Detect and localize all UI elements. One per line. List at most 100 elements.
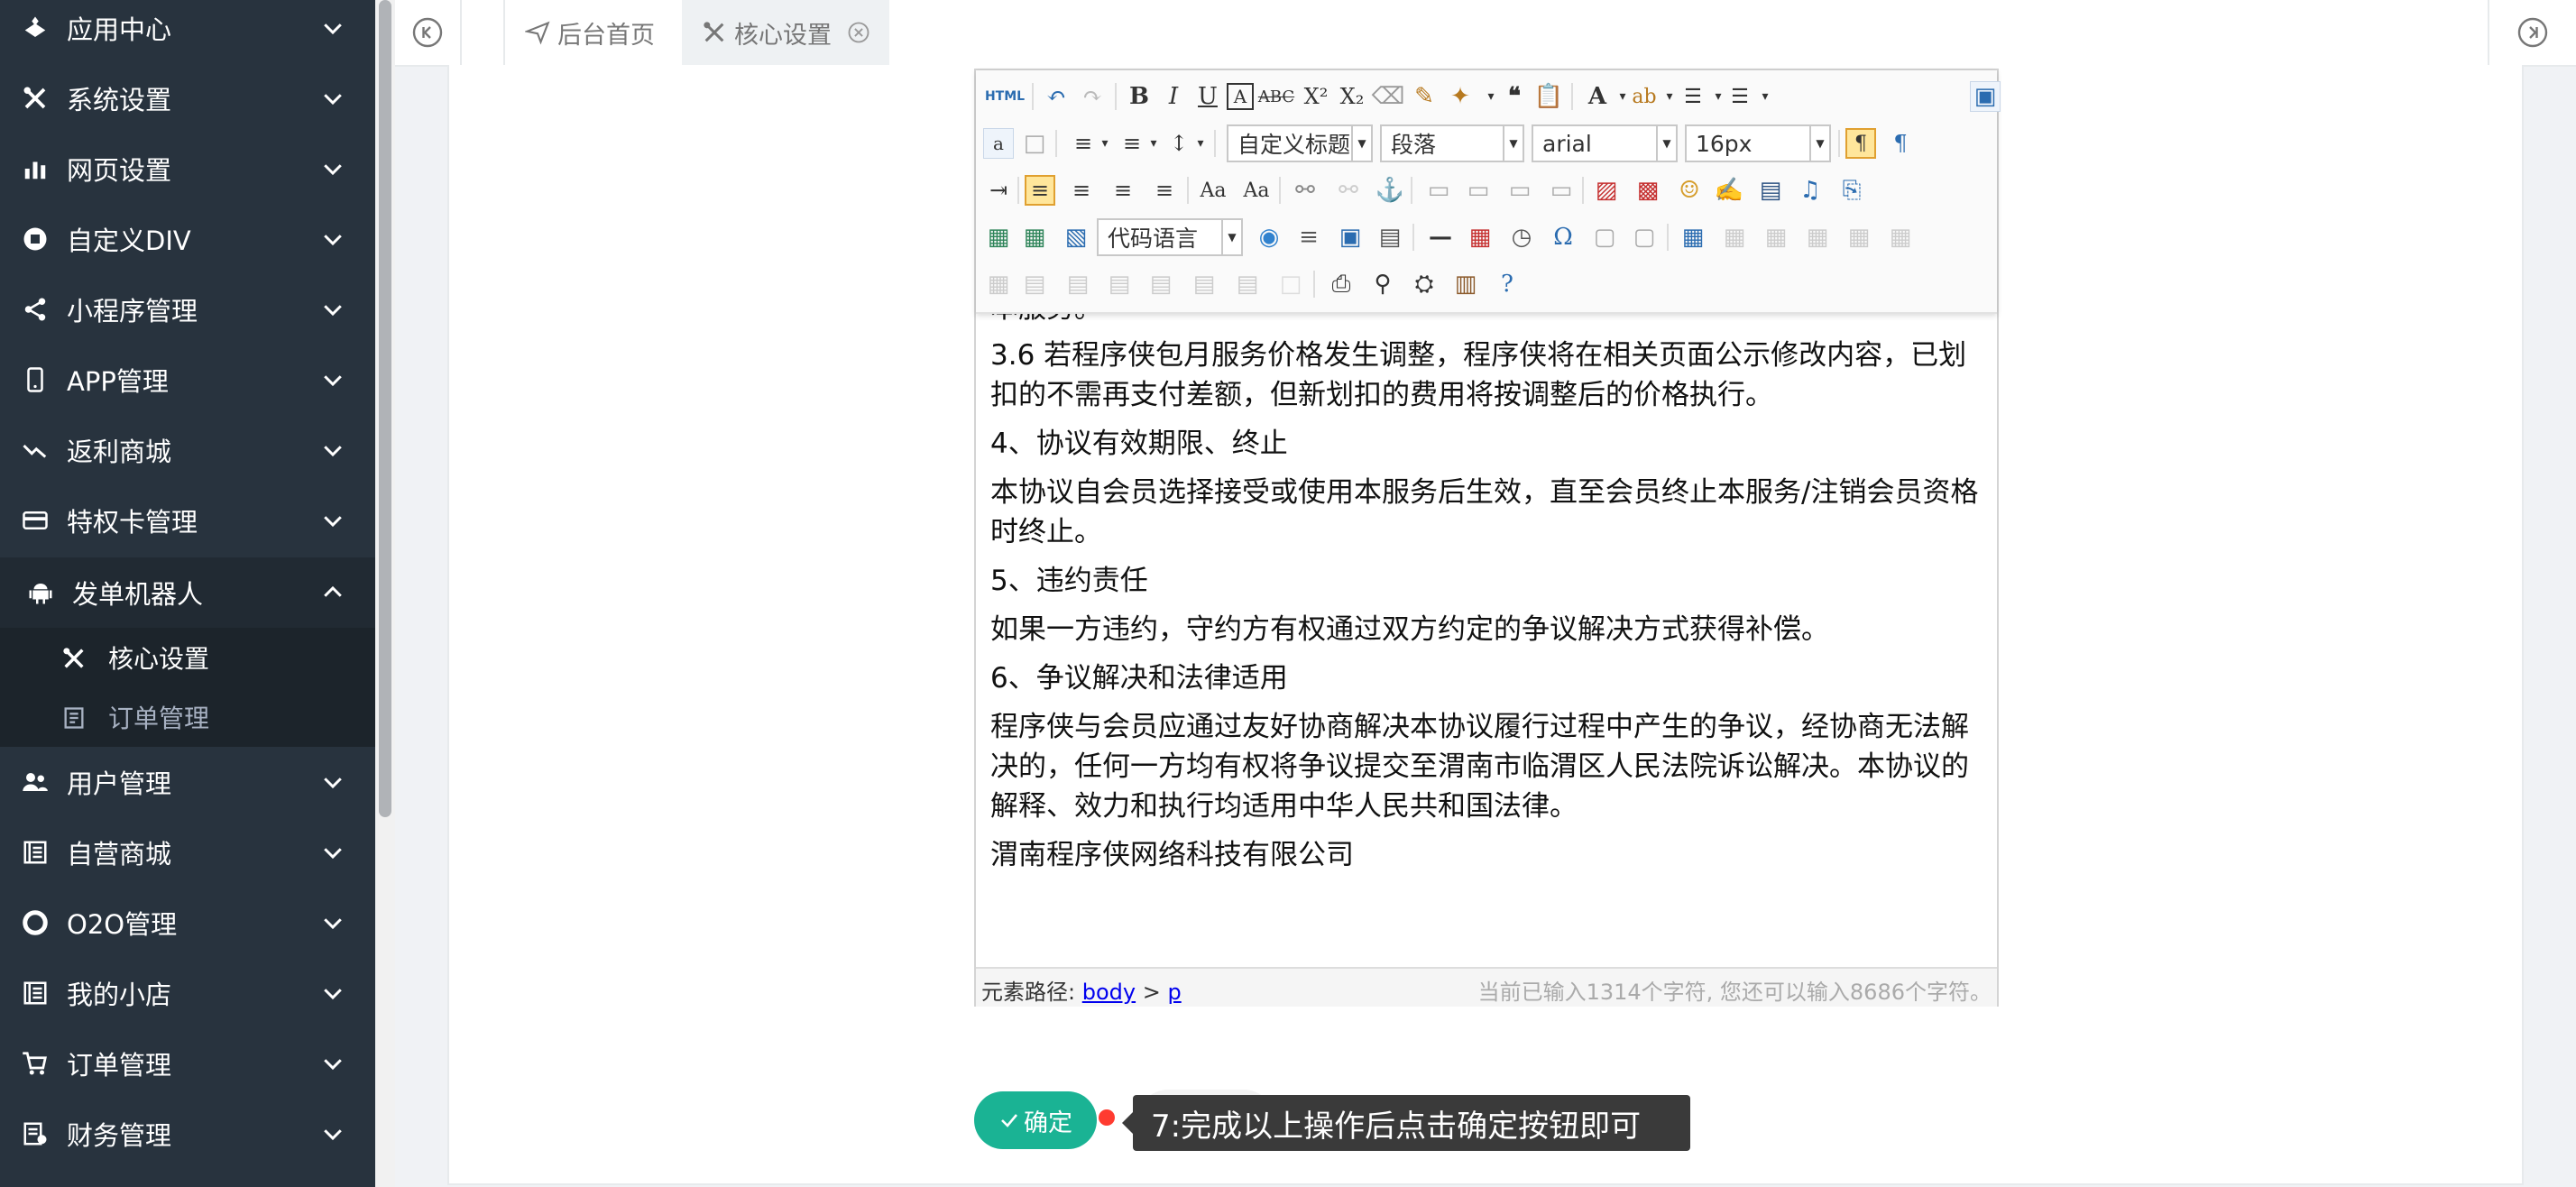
tab-core-settings[interactable]: 核心设置 (682, 0, 889, 65)
emotion-icon[interactable]: ☺ (1674, 175, 1705, 206)
link-icon[interactable]: ⚯ (1290, 175, 1320, 206)
template-icon[interactable]: ▣ (1335, 222, 1366, 253)
merge-down-icon[interactable]: ▤ (1104, 269, 1135, 299)
superscript-icon[interactable]: X² (1301, 81, 1331, 112)
editor-content[interactable]: 本服务。 3.6 若程序侠包月服务价格发生调整，程序侠将在相关页面公示修改内容，… (976, 312, 1997, 962)
split-to-rows-icon[interactable]: ▤ (1189, 269, 1219, 299)
sidebar-item-finance[interactable]: 财务管理 (0, 1099, 375, 1169)
sidebar-item-order-robot[interactable]: 发单机器人 (0, 557, 375, 628)
confirm-button[interactable]: 确定 (974, 1091, 1097, 1149)
path-body-link[interactable]: body (1082, 980, 1136, 1005)
format-brush-icon[interactable]: ✎ (1409, 81, 1440, 112)
image-right-icon[interactable]: ▭ (1504, 175, 1535, 206)
delete-row-icon[interactable]: ▦ (1844, 222, 1874, 253)
sidebar-item-rebate-mall[interactable]: 返利商城 (0, 415, 375, 485)
clear-doc-icon[interactable]: □ (1019, 128, 1050, 159)
scroll-tabs-left-button[interactable] (395, 0, 462, 65)
sidebar-item-miniprogram[interactable]: 小程序管理 (0, 274, 375, 345)
indent-icon[interactable]: ⇥ (983, 175, 1014, 206)
scroll-tabs-right-button[interactable] (2488, 0, 2576, 65)
heading-select[interactable]: 自定义标题 ▼ (1227, 124, 1373, 162)
paste-plain-icon[interactable]: 📋 (1533, 81, 1564, 112)
font-border-icon[interactable]: A (1227, 83, 1254, 110)
insert-table-icon[interactable]: ▦ (1678, 222, 1708, 253)
word-image-icon[interactable]: ▤ (1375, 222, 1405, 253)
anchor-icon[interactable]: ⚓ (1375, 175, 1405, 206)
image-none-icon[interactable]: ▭ (1423, 175, 1454, 206)
rtl-direction-icon[interactable]: ¶ (1885, 128, 1916, 159)
subscript-icon[interactable]: X₂ (1337, 81, 1367, 112)
code-language-select[interactable]: 代码语言 ▼ (1097, 218, 1243, 256)
italic-icon[interactable]: I (1158, 81, 1189, 112)
align-left-icon[interactable]: ≡ (1025, 175, 1055, 206)
video-icon[interactable]: ▤ (1755, 175, 1786, 206)
chevron-down-icon[interactable]: ▾ (1090, 128, 1120, 159)
help-icon[interactable]: ? (1492, 269, 1523, 299)
align-right-icon[interactable]: ≡ (1108, 175, 1138, 206)
undo-icon[interactable]: ↶ (1041, 81, 1072, 112)
redo-icon[interactable]: ↷ (1077, 81, 1108, 112)
paragraph-select[interactable]: 段落 ▼ (1380, 124, 1524, 162)
print-icon[interactable]: ⎙ (1326, 269, 1357, 299)
sidebar-item-privilege-card[interactable]: 特权卡管理 (0, 485, 375, 556)
delete-col-icon[interactable]: ▦ (983, 269, 1014, 299)
map-icon[interactable]: ▦ (983, 222, 1014, 253)
font-size-select[interactable]: 16px ▼ (1685, 124, 1831, 162)
sidebar-item-o2o[interactable]: O2O管理 (0, 888, 375, 958)
eraser-icon[interactable]: ⌫ (1372, 81, 1405, 112)
sidebar-item-app[interactable]: APP管理 (0, 345, 375, 415)
split-to-cells-icon[interactable]: ▤ (1145, 269, 1176, 299)
blockquote-icon[interactable]: ❝ (1499, 81, 1530, 112)
path-p-link[interactable]: p (1167, 980, 1181, 1005)
align-justify-icon[interactable]: ≡ (1149, 175, 1180, 206)
sidebar-item-app-center[interactable]: 应用中心 (0, 0, 375, 63)
bold-icon[interactable]: B (1124, 81, 1155, 112)
tab-dashboard-home[interactable]: 后台首页 (503, 0, 685, 65)
ltr-direction-icon[interactable]: ¶ (1845, 128, 1876, 159)
chart-icon[interactable]: □ (1275, 269, 1306, 299)
align-center-icon[interactable]: ≡ (1066, 175, 1097, 206)
music-icon[interactable]: ♫ (1795, 175, 1826, 206)
insert-col-icon[interactable]: ▦ (1885, 222, 1916, 253)
sidebar-subitem-core-settings[interactable]: 核心设置 (0, 628, 375, 687)
chevron-down-icon[interactable]: ▾ (1185, 128, 1216, 159)
date-icon[interactable]: ▦ (1465, 222, 1495, 253)
select-all-icon[interactable]: a (983, 128, 1014, 159)
special-chars-icon[interactable]: Ω (1548, 222, 1578, 253)
preview-icon[interactable]: ⚲ (1367, 269, 1398, 299)
insert-frame-icon[interactable]: ▧ (1061, 222, 1091, 253)
search-replace-binoculars-icon[interactable]: ⛭ (1409, 269, 1440, 299)
sidebar-item-order-management[interactable]: 订单管理 (0, 1028, 375, 1099)
close-tab-icon[interactable] (846, 20, 871, 45)
auto-format-icon[interactable]: ✦ (1445, 81, 1476, 112)
insert-row-icon[interactable]: ▦ (1802, 222, 1833, 253)
lowercase-icon[interactable]: Aa (1241, 175, 1272, 206)
image-center-icon[interactable]: ▭ (1546, 175, 1577, 206)
font-family-select[interactable]: arial ▼ (1532, 124, 1678, 162)
horizontal-rule-icon[interactable]: — (1425, 222, 1456, 253)
sidebar-item-web-settings[interactable]: 网页设置 (0, 133, 375, 204)
insert-para-before-table-icon[interactable]: ▦ (1761, 222, 1791, 253)
chevron-down-icon[interactable]: ▾ (1750, 81, 1780, 112)
html-source-button[interactable]: HTML (983, 81, 1026, 112)
strikethrough-icon[interactable]: ABC (1258, 81, 1294, 112)
sidebar-item-custom-div[interactable]: 自定义DIV (0, 204, 375, 274)
delete-table-icon[interactable]: ▦ (1719, 222, 1750, 253)
time-icon[interactable]: ◷ (1506, 222, 1537, 253)
background-icon[interactable]: ◉ (1254, 222, 1284, 253)
merge-right-icon[interactable]: ▤ (1063, 269, 1093, 299)
draft-icon[interactable]: ▥ (1450, 269, 1481, 299)
page-break-icon[interactable]: ≡ (1293, 222, 1324, 253)
simple-upload-icon[interactable]: ▨ (1591, 175, 1622, 206)
fullscreen-icon[interactable]: ▣ (1970, 81, 2001, 112)
sidebar-item-user-management[interactable]: 用户管理 (0, 747, 375, 817)
split-to-cols-icon[interactable]: ▤ (1232, 269, 1263, 299)
scrawl-icon[interactable]: ✍ (1714, 175, 1744, 206)
merge-cells-icon[interactable]: ▤ (1019, 269, 1050, 299)
attachment-icon[interactable]: ⎘ (1836, 175, 1867, 206)
underline-icon[interactable]: U (1192, 81, 1223, 112)
multi-image-icon[interactable]: ▩ (1633, 175, 1663, 206)
snapscreen-icon[interactable]: ▢ (1589, 222, 1620, 253)
sidebar-item-system-settings[interactable]: 系统设置 (0, 63, 375, 133)
sidebar-scrollbar-thumb[interactable] (379, 0, 391, 817)
